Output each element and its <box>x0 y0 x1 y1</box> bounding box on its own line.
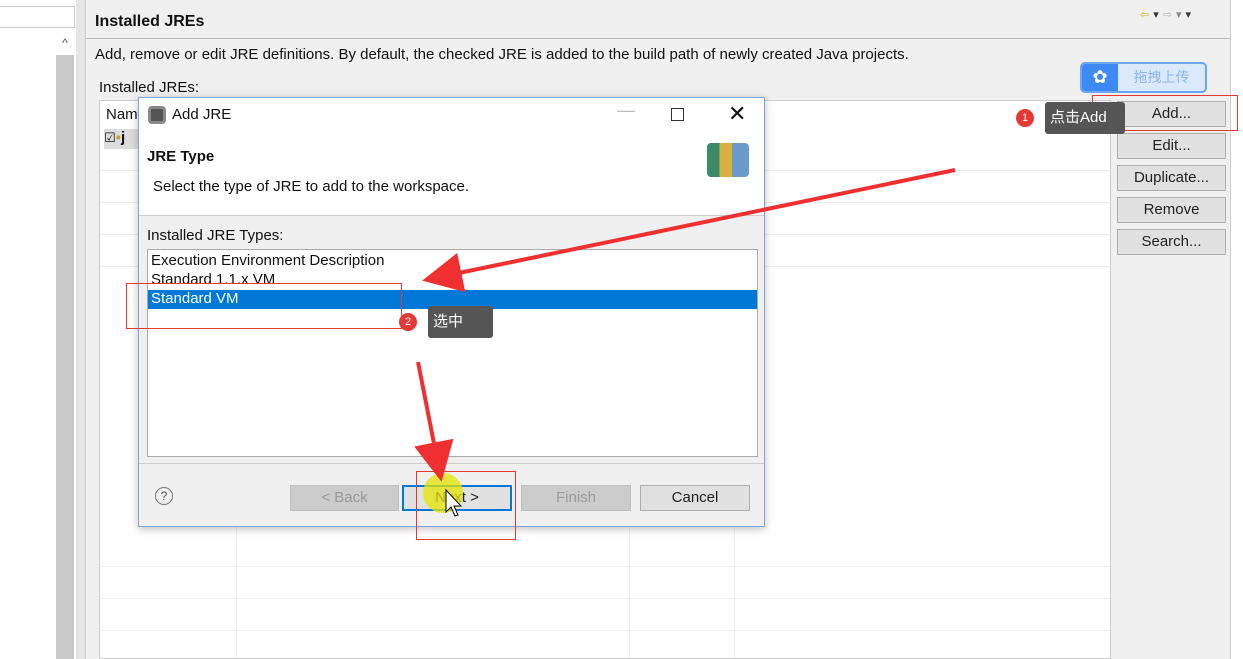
arrow-to-next <box>414 361 454 482</box>
annotation-arrows <box>414 168 956 517</box>
mouse-cursor-icon <box>445 488 463 517</box>
arrow-to-standard-vm <box>422 168 956 293</box>
